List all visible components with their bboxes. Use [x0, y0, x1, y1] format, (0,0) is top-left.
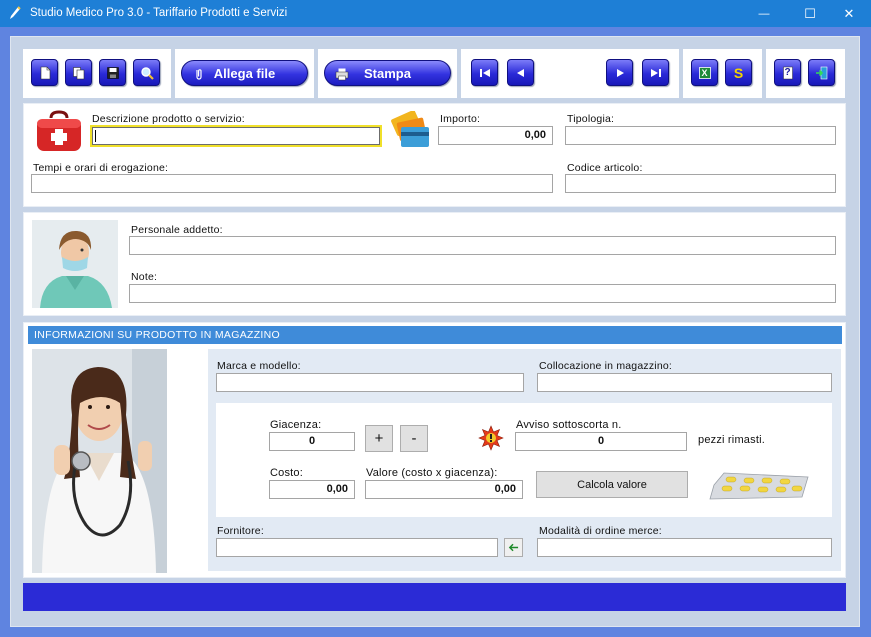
minus-icon: -	[411, 430, 417, 447]
excel-glyph: X	[701, 67, 708, 78]
fornitore-input[interactable]	[216, 538, 498, 557]
warehouse-details-panel: Marca e modello: Collocazione in magazzi…	[208, 349, 841, 571]
main-area: Allega file Stampa X S ? Descrizione pro…	[10, 36, 860, 627]
alert-burst-icon	[478, 425, 504, 451]
new-record-button[interactable]	[31, 59, 58, 86]
codice-input[interactable]	[565, 174, 836, 193]
close-icon: ✕	[843, 5, 855, 21]
help-glyph: ?	[784, 67, 791, 78]
giacenza-input[interactable]: 0	[269, 432, 355, 451]
duplicate-record-button[interactable]	[65, 59, 92, 86]
importo-input[interactable]: 0,00	[438, 126, 553, 145]
tipologia-input[interactable]	[565, 126, 836, 145]
search-button[interactable]	[133, 59, 160, 86]
avviso-input[interactable]: 0	[515, 432, 687, 451]
importo-label: Importo:	[440, 113, 481, 125]
nurse-photo	[32, 220, 118, 308]
calcola-valore-button[interactable]: Calcola valore	[536, 471, 688, 498]
pen-icon	[10, 6, 21, 19]
previous-record-button[interactable]	[507, 59, 534, 86]
collocazione-input[interactable]	[537, 373, 832, 392]
exit-button[interactable]	[808, 59, 835, 86]
note-label: Note:	[131, 271, 158, 283]
last-record-button[interactable]	[642, 59, 669, 86]
skip-first-icon	[479, 68, 490, 77]
window-title: Studio Medico Pro 3.0 - Tariffario Prodo…	[30, 7, 288, 19]
toolbar-group-export: X S	[683, 49, 762, 98]
valore-label: Valore (costo x giacenza):	[366, 467, 498, 479]
minimize-icon: —	[758, 7, 770, 20]
section-staff-notes: Personale addetto: Note:	[23, 212, 846, 316]
minimize-button[interactable]: —	[741, 0, 787, 27]
medical-bag-icon	[37, 110, 81, 151]
print-label: Stampa	[364, 65, 411, 81]
title-bar: Studio Medico Pro 3.0 - Tariffario Prodo…	[0, 0, 871, 27]
section-product-service: Descrizione prodotto o servizio: Importo…	[23, 103, 846, 207]
personale-input[interactable]	[129, 236, 836, 255]
print-button[interactable]: Stampa	[324, 60, 451, 86]
pezzi-label: pezzi rimasti.	[698, 434, 765, 446]
descrizione-input[interactable]	[90, 125, 382, 147]
section-warehouse: INFORMAZIONI SU PRODOTTO IN MAGAZZINO Ma…	[23, 322, 846, 578]
next-record-button[interactable]	[606, 59, 633, 86]
tempi-input[interactable]	[31, 174, 553, 193]
pills-blister-icon	[709, 472, 809, 500]
costo-label: Costo:	[270, 467, 303, 479]
personale-label: Personale addetto:	[131, 224, 223, 236]
fornitore-label: Fornitore:	[217, 525, 264, 537]
valore-input: 0,00	[365, 480, 523, 499]
calcola-valore-label: Calcola valore	[577, 478, 647, 491]
select-fornitore-button[interactable]	[504, 538, 523, 557]
credit-cards-icon	[391, 111, 429, 147]
costo-input[interactable]: 0,00	[269, 480, 355, 499]
note-input[interactable]	[129, 284, 836, 303]
tempi-label: Tempi e orari di erogazione:	[33, 162, 169, 174]
modalita-input[interactable]	[537, 538, 832, 557]
maximize-icon: ☐	[804, 5, 816, 21]
toolbar-group-print: Stampa	[318, 49, 457, 98]
attach-file-button[interactable]: Allega file	[181, 60, 308, 86]
status-bar	[23, 583, 846, 611]
new-document-icon	[40, 66, 50, 79]
doctor-photo	[32, 349, 167, 573]
skip-last-icon	[650, 68, 661, 77]
currency-button[interactable]: S	[725, 59, 752, 86]
toolbar-group-file	[23, 49, 171, 98]
first-record-button[interactable]	[471, 59, 498, 86]
decrease-stock-button[interactable]: -	[400, 425, 428, 452]
arrow-left-icon	[508, 543, 519, 552]
modalita-label: Modalità di ordine merce:	[539, 525, 662, 537]
toolbar-group-navigation	[461, 49, 679, 98]
help-button[interactable]: ?	[774, 59, 801, 86]
triangle-right-icon	[616, 68, 624, 77]
increase-stock-button[interactable]: +	[365, 425, 393, 452]
dollar-icon: S	[733, 64, 744, 81]
copy-icon	[72, 66, 84, 79]
save-button[interactable]	[99, 59, 126, 86]
attach-file-label: Allega file	[213, 65, 276, 81]
codice-label: Codice articolo:	[567, 162, 643, 174]
collocazione-label: Collocazione in magazzino:	[539, 360, 673, 372]
tipologia-label: Tipologia:	[567, 113, 615, 125]
exit-door-icon	[815, 66, 827, 79]
giacenza-label: Giacenza:	[270, 419, 322, 431]
avviso-label: Avviso sottoscorta n.	[516, 419, 622, 431]
close-button[interactable]: ✕	[826, 0, 871, 27]
toolbar-group-attach: Allega file	[175, 49, 314, 98]
plus-icon: +	[374, 430, 384, 447]
floppy-disk-icon	[106, 66, 119, 79]
triangle-left-icon	[516, 68, 524, 77]
export-excel-button[interactable]: X	[691, 59, 718, 86]
stock-box: Giacenza: 0 + - Avviso sottoscorta n. 0 …	[216, 403, 832, 517]
marca-label: Marca e modello:	[217, 360, 301, 372]
toolbar-group-help: ?	[766, 49, 845, 98]
marca-input[interactable]	[216, 373, 524, 392]
text-cursor	[95, 130, 96, 142]
window-frame: Allega file Stampa X S ? Descrizione pro…	[0, 27, 871, 637]
descrizione-label: Descrizione prodotto o servizio:	[92, 113, 245, 125]
warehouse-header: INFORMAZIONI SU PRODOTTO IN MAGAZZINO	[28, 326, 842, 344]
magnifier-icon	[140, 66, 154, 80]
